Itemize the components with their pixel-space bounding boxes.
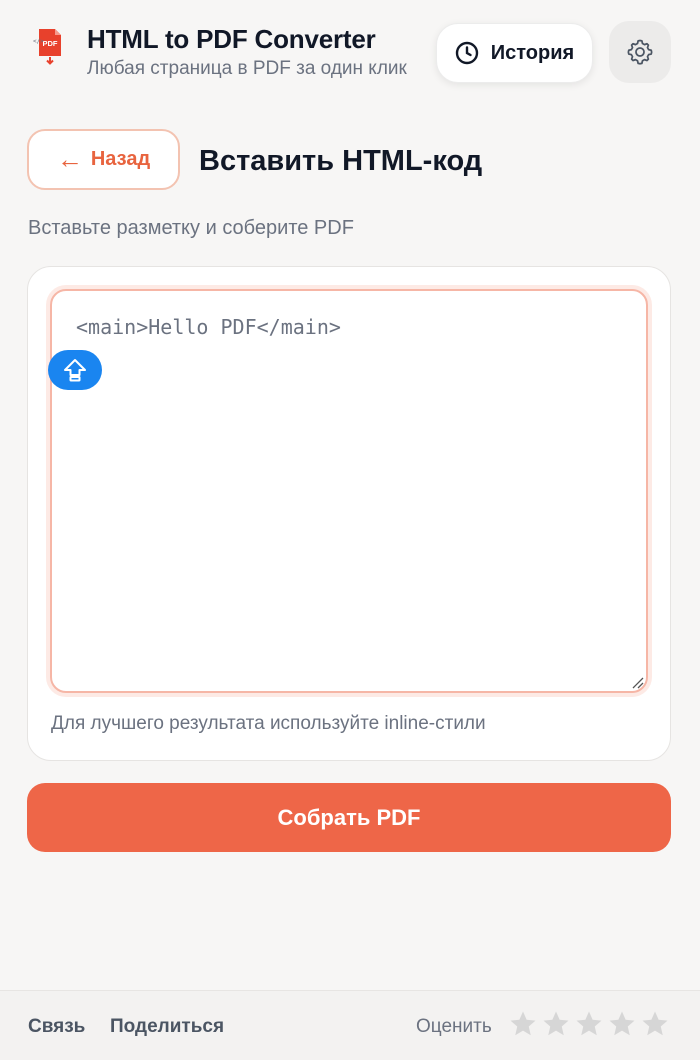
editor-hint: Для лучшего результата используйте inlin… <box>51 713 486 734</box>
rate-label: Оценить <box>416 1016 492 1037</box>
resize-handle-icon[interactable] <box>630 675 644 689</box>
history-label: История <box>490 41 575 64</box>
html-pdf-file-icon: PDF </> <box>33 29 61 65</box>
svg-text:PDF: PDF <box>43 39 58 48</box>
page-title: Вставить HTML-код <box>199 145 483 177</box>
page-description: Вставьте разметку и соберите PDF <box>28 217 354 239</box>
star-icon[interactable] <box>607 1009 637 1039</box>
arrow-left-icon: ← <box>56 143 83 174</box>
settings-button[interactable] <box>609 21 671 83</box>
share-link[interactable]: Поделиться <box>110 1016 224 1038</box>
editor-card: <main>Hello PDF</main> Для лучшего резул… <box>27 266 671 761</box>
footer: Связь Поделиться Оценить <box>0 990 700 1060</box>
rating-stars <box>508 1009 670 1039</box>
contact-link[interactable]: Связь <box>28 1016 85 1038</box>
gear-icon <box>627 39 653 65</box>
app-title: HTML to PDF Converter <box>87 24 376 54</box>
star-icon[interactable] <box>574 1009 604 1039</box>
back-button[interactable]: ← Назад <box>27 129 180 190</box>
scroll-up-button[interactable] <box>48 350 102 390</box>
star-icon[interactable] <box>541 1009 571 1039</box>
clock-icon <box>455 41 478 65</box>
arrow-up-icon <box>64 359 86 382</box>
html-code-input[interactable]: <main>Hello PDF</main> <box>50 289 648 693</box>
history-button[interactable]: История <box>436 23 593 83</box>
build-pdf-button[interactable]: Собрать PDF <box>27 783 671 852</box>
svg-text:</>: </> <box>33 38 44 45</box>
star-icon[interactable] <box>508 1009 538 1039</box>
star-icon[interactable] <box>640 1009 670 1039</box>
back-label: Назад <box>90 148 151 170</box>
app-subtitle: Любая страница в PDF за один клик <box>87 58 407 79</box>
app-header: PDF </> HTML to PDF Converter Любая стра… <box>0 0 700 120</box>
